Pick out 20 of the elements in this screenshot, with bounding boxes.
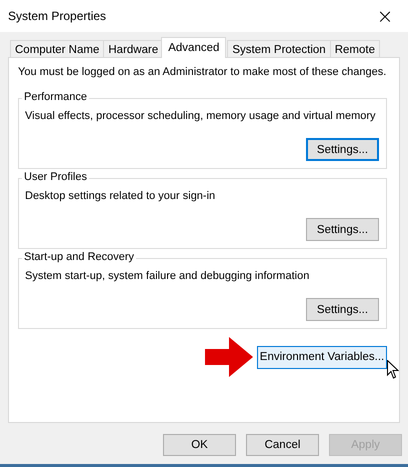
- arrow-icon: [205, 337, 253, 377]
- settings-button[interactable]: Settings...: [306, 218, 379, 241]
- environment-variables-button[interactable]: Environment Variables...: [257, 346, 387, 368]
- dialog-button[interactable]: Cancel: [246, 434, 319, 456]
- tab[interactable]: Advanced: [161, 37, 226, 58]
- notice-text: You must be logged on as an Administrator to make most of these changes.: [17, 66, 388, 78]
- tab[interactable]: Remote: [330, 40, 380, 58]
- group-description: Visual effects, processor scheduling, memory usage and virtual memory: [25, 110, 377, 122]
- close-button[interactable]: ×: [362, 0, 408, 32]
- group-title: Performance: [22, 91, 89, 103]
- tab[interactable]: System Protection: [227, 40, 331, 58]
- group-title: Start-up and Recovery: [22, 251, 136, 263]
- settings-button[interactable]: Settings...: [306, 138, 379, 161]
- group-description: System start-up, system failure and debugging information: [25, 270, 310, 282]
- tab[interactable]: Computer Name: [10, 40, 104, 58]
- window-title: System Properties: [8, 9, 106, 23]
- group-description: Desktop settings related to your sign-in: [25, 190, 216, 202]
- group-title: User Profiles: [22, 171, 89, 183]
- dialog-button[interactable]: OK: [163, 434, 236, 456]
- settings-button[interactable]: Settings...: [306, 298, 379, 321]
